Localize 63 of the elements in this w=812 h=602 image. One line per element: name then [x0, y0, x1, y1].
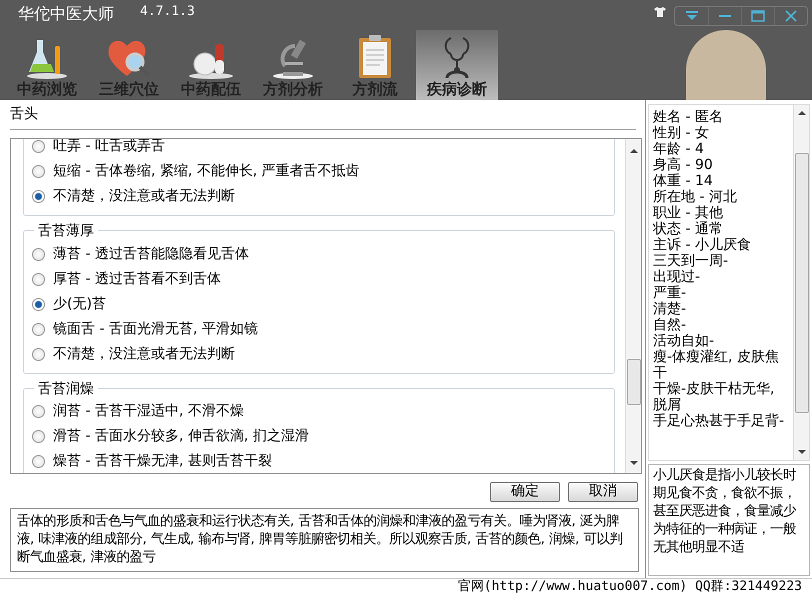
option-label[interactable]: 镜面舌 - 舌面光滑无苔, 平滑如镜 — [53, 320, 258, 338]
maximize-icon — [751, 10, 765, 22]
scrollbar[interactable] — [793, 105, 809, 460]
radio-button[interactable] — [32, 140, 45, 153]
scroll-thumb[interactable] — [626, 358, 640, 405]
info-item[interactable]: 严重- — [653, 285, 790, 301]
scroll-down-icon[interactable] — [630, 458, 638, 467]
info-item[interactable]: 干燥-皮肤干枯无华, 脱屑 — [653, 381, 790, 413]
minimize-icon — [719, 14, 731, 18]
info-item[interactable]: 手足心热甚于手足背- — [653, 413, 790, 429]
scroll-down-icon[interactable] — [798, 448, 806, 456]
info-item[interactable]: 出现过- — [653, 269, 790, 285]
option-label[interactable]: 薄苔 - 透过舌苔能隐隐看见舌体 — [53, 246, 249, 262]
cancel-button[interactable]: 取消 — [568, 482, 638, 502]
option-label[interactable]: 少(无)苔 — [53, 296, 106, 312]
info-item[interactable]: 身高 - 90 — [653, 157, 790, 173]
module-tab[interactable]: 疾病诊断 — [416, 30, 498, 100]
dropdown-icon — [686, 11, 698, 21]
section-title: 舌头 — [10, 106, 636, 130]
option-label[interactable]: 不清楚，没注意或者无法判断 — [53, 346, 235, 362]
info-item[interactable]: 三天到一周- — [653, 253, 790, 269]
footer-text: 官网(http://www.huatuo007.com) QQ群:321449223 — [0, 578, 812, 602]
radio-button[interactable] — [32, 298, 45, 311]
shirt-icon[interactable] — [654, 7, 666, 17]
info-item[interactable]: 自然- — [653, 317, 790, 333]
disease-description: 小儿厌食是指小儿较长时期见食不贪，食欲不振，甚至厌恶进食，食量减少为特征的一种病证，一般无其他明显不适 — [648, 464, 810, 576]
scroll-thumb[interactable] — [794, 152, 809, 412]
info-item[interactable]: 所在地 - 河北 — [653, 189, 790, 205]
scroll-up-icon[interactable] — [798, 109, 806, 117]
radio-button[interactable] — [32, 248, 45, 261]
info-item[interactable]: 体重 - 14 — [653, 173, 790, 189]
radio-button[interactable] — [32, 190, 45, 203]
radio-button[interactable] — [32, 455, 45, 468]
radio-button[interactable] — [32, 430, 45, 444]
group-title: 舌苔润燥 — [34, 380, 98, 398]
info-item[interactable]: 状态 - 通常 — [653, 221, 790, 237]
option-label[interactable]: 滑苔 - 舌面水分较多, 伸舌欲滴, 扪之湿滑 — [53, 428, 309, 446]
radio-button[interactable] — [32, 322, 45, 336]
radio-button[interactable] — [32, 348, 45, 361]
option-label[interactable]: 不清楚，没注意或者无法判断 — [53, 188, 235, 205]
group-title: 舌苔薄厚 — [34, 222, 98, 240]
radio-button[interactable] — [32, 405, 45, 418]
radio-button[interactable] — [32, 164, 45, 178]
explanation-text: 舌体的形质和舌色与气血的盛衰和运行状态有关, 舌苔和舌体的润燥和津液的盈亏有关。唾为肾液, 涎为脾液, 味津液的组成部分, 气生成, 输布与肾, 脾胃等脏腑密切相关。所以观察舌质, 舌苔的颜色, 润燥, 可以判断气血盛衰, 津液的盈亏 — [10, 508, 639, 572]
scrollbar[interactable] — [625, 138, 641, 473]
info-item[interactable]: 姓名 - 匿名 — [653, 109, 790, 125]
info-item[interactable]: 主诉 - 小儿厌食 — [653, 237, 790, 253]
option-label[interactable]: 燥苔 - 舌苔干燥无津, 甚则舌苔干裂 — [53, 453, 272, 470]
close-icon — [785, 10, 797, 22]
info-item[interactable]: 瘦-体瘦灌红, 皮肤焦干 — [653, 349, 790, 381]
window-title: 华佗中医大师 — [17, 3, 114, 25]
option-label[interactable]: 厚苔 - 透过舌苔看不到舌体 — [53, 270, 221, 288]
info-item[interactable]: 性别 - 女 — [653, 125, 790, 141]
info-item[interactable]: 活动自如- — [653, 333, 790, 349]
radio-button[interactable] — [32, 272, 45, 286]
info-item[interactable]: 清楚- — [653, 301, 790, 317]
info-item[interactable]: 职业 - 其他 — [653, 205, 790, 221]
scroll-up-icon[interactable] — [630, 146, 638, 155]
ok-button[interactable]: 确定 — [490, 482, 560, 502]
option-label[interactable]: 润苔 - 舌苔干湿适中, 不滑不燥 — [53, 403, 244, 420]
version-label: 4.7.1.3 — [139, 3, 195, 21]
option-label[interactable]: 短缩 - 舌体卷缩, 紧缩, 不能伸长, 严重者舌不抵齿 — [53, 162, 360, 180]
info-item[interactable]: 年龄 - 4 — [653, 141, 790, 157]
